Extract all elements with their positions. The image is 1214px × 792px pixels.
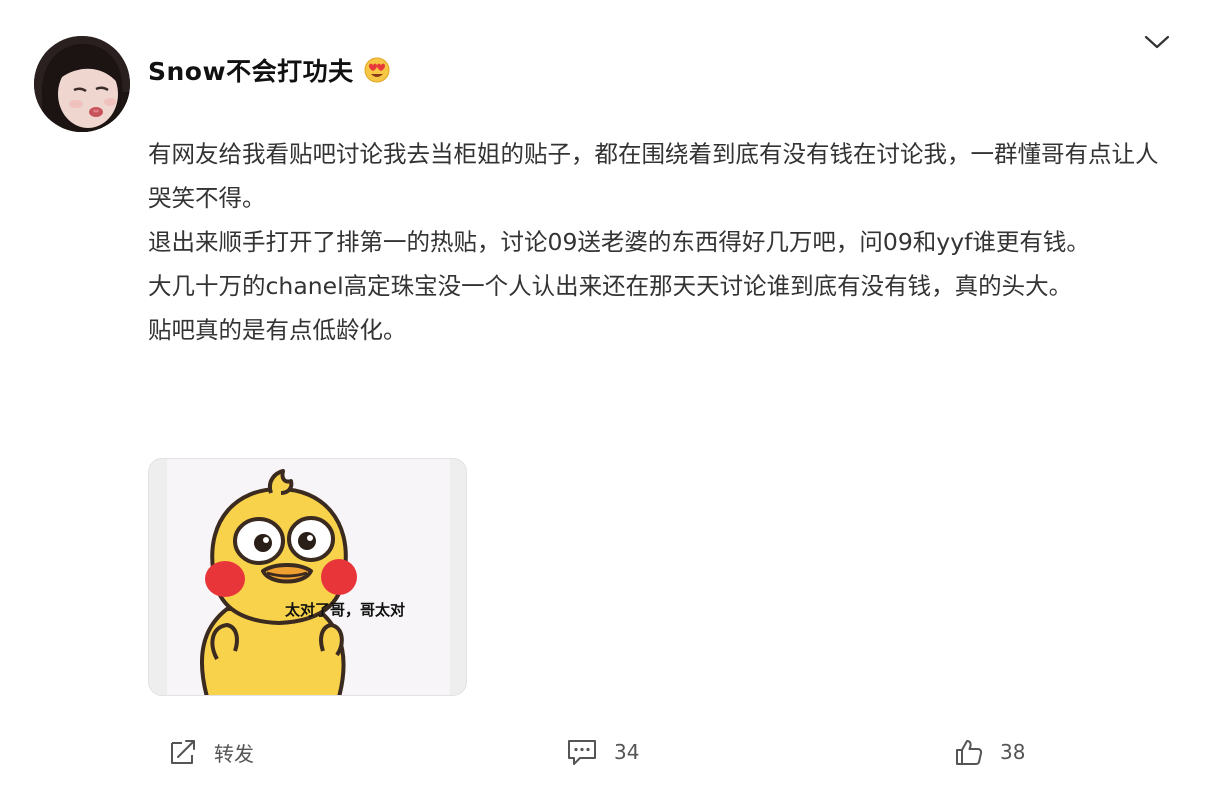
comment-icon bbox=[568, 740, 596, 765]
comment-count: 34 bbox=[614, 740, 640, 764]
sticker-background: 太对了哥，哥太对 bbox=[167, 459, 450, 695]
like-button[interactable]: 38 bbox=[954, 732, 1025, 772]
post-text: 有网友给我看贴吧讨论我去当柜姐的贴子，都在围绕着到底有没有钱在讨论我，一群懂哥有… bbox=[148, 132, 1178, 352]
comment-button[interactable]: 34 bbox=[566, 732, 639, 772]
username[interactable]: Snow不会打功夫 bbox=[148, 52, 354, 88]
post-image[interactable]: 太对了哥，哥太对 bbox=[148, 458, 467, 696]
yellow-duck-sticker bbox=[200, 469, 357, 695]
chevron-down-icon[interactable] bbox=[1142, 30, 1172, 54]
like-count: 38 bbox=[1000, 740, 1026, 764]
sticker-caption: 太对了哥，哥太对 bbox=[285, 601, 406, 619]
username-row: Snow不会打功夫 bbox=[148, 52, 390, 88]
post-paragraph: 有网友给我看贴吧讨论我去当柜姐的贴子，都在围绕着到底有没有钱在讨论我，一群懂哥有… bbox=[148, 140, 1159, 212]
thumbs-up-icon bbox=[956, 740, 983, 765]
heart-eyes-emoji-icon bbox=[364, 57, 390, 83]
avatar-photo bbox=[34, 36, 130, 132]
repost-button[interactable]: 转发 bbox=[168, 732, 254, 772]
repost-icon bbox=[171, 740, 195, 764]
repost-label: 转发 bbox=[214, 741, 254, 766]
post-paragraph: 贴吧真的是有点低龄化。 bbox=[148, 316, 407, 344]
avatar[interactable] bbox=[34, 36, 130, 132]
post-paragraph: 大几十万的chanel高定珠宝没一个人认出来还在那天天讨论谁到底有没有钱，真的头… bbox=[148, 272, 1073, 300]
post-paragraph: 退出来顺手打开了排第一的热贴，讨论09送老婆的东西得好几万吧，问09和yyf谁更… bbox=[148, 228, 1090, 256]
weibo-post-card: Snow不会打功夫 有网友给我看贴吧讨论我去当柜姐的贴子，都在围绕着到底有没有钱… bbox=[0, 0, 1214, 792]
